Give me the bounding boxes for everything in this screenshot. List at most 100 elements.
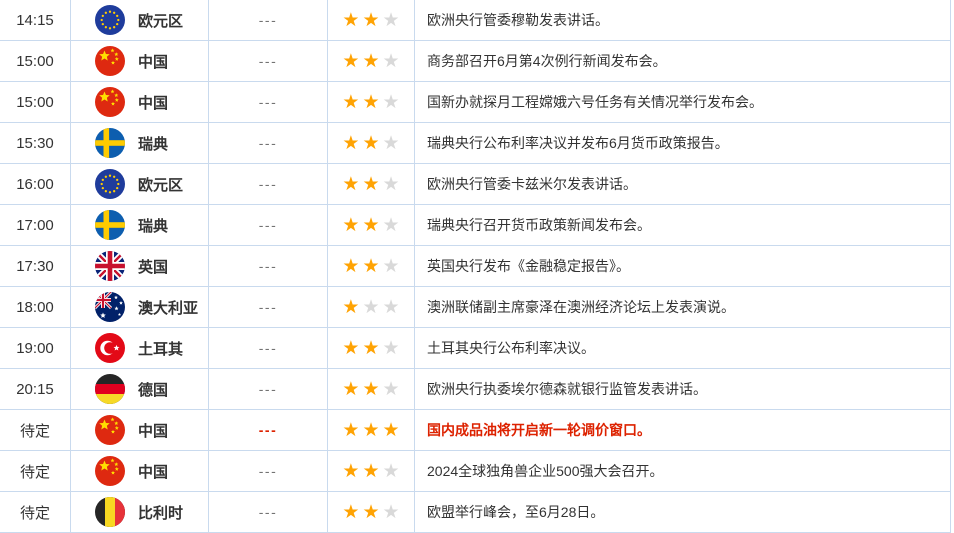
calendar-row[interactable]: 15:30 瑞典 --- ★ ★ ★ 瑞典央行公布利率决议并发布6月货币政策报告。 — [0, 123, 951, 164]
country-name: 瑞典 — [138, 217, 169, 235]
star-icon: ★ — [342, 296, 360, 318]
event-time: 待定 — [0, 451, 71, 491]
star-icon: ★ — [382, 255, 400, 277]
importance-stars: ★ ★ ★ — [328, 41, 415, 81]
country-name: 中国 — [138, 94, 169, 112]
star-icon: ★ — [362, 91, 380, 113]
event-time: 14:15 — [0, 0, 71, 40]
country-cell: 中国 — [71, 41, 209, 81]
event-time: 16:00 — [0, 164, 71, 204]
star-icon: ★ — [382, 173, 400, 195]
importance-stars: ★ ★ ★ — [328, 123, 415, 163]
event-value: --- — [209, 451, 328, 491]
calendar-row[interactable]: 待定 中国 --- ★ ★ ★ 国内成品油将开启新一轮调价窗口。 — [0, 410, 951, 451]
star-icon: ★ — [382, 50, 400, 72]
star-icon: ★ — [362, 460, 380, 482]
country-name: 土耳其 — [138, 340, 184, 358]
star-icon: ★ — [342, 337, 360, 359]
event-description: 2024全球独角兽企业500强大会召开。 — [427, 463, 664, 479]
country-cell: 瑞典 — [71, 205, 209, 245]
calendar-row[interactable]: 15:00 中国 --- ★ ★ ★ 国新办就探月工程嫦娥六号任务有关情况举行发布会… — [0, 82, 951, 123]
event-time: 20:15 — [0, 369, 71, 409]
event-description: 国新办就探月工程嫦娥六号任务有关情况举行发布会。 — [427, 94, 763, 110]
country-name: 中国 — [138, 422, 169, 440]
star-icon: ★ — [382, 419, 400, 441]
star-icon: ★ — [342, 91, 360, 113]
calendar-row[interactable]: 20:15 德国 --- ★ ★ ★ 欧洲央行执委埃尔德森就银行监管发表讲话。 — [0, 369, 951, 410]
se-flag-icon — [95, 128, 125, 158]
calendar-row[interactable]: 17:30 英国 --- ★ ★ ★ 英国央行发布《金融稳定报告》。 — [0, 246, 951, 287]
event-time: 15:00 — [0, 41, 71, 81]
event-value: --- — [209, 369, 328, 409]
star-icon: ★ — [342, 9, 360, 31]
star-icon: ★ — [362, 337, 380, 359]
calendar-row[interactable]: 16:00 欧元区 --- ★ ★ ★ 欧洲央行管委卡兹米尔发表讲话。 — [0, 164, 951, 205]
event-description: 瑞典央行公布利率决议并发布6月货币政策报告。 — [427, 135, 729, 151]
star-icon: ★ — [362, 296, 380, 318]
event-value: --- — [209, 410, 328, 450]
event-value: --- — [209, 164, 328, 204]
event-value: --- — [209, 328, 328, 368]
star-icon: ★ — [362, 214, 380, 236]
star-icon: ★ — [382, 460, 400, 482]
importance-stars: ★ ★ ★ — [328, 369, 415, 409]
star-icon: ★ — [362, 419, 380, 441]
event-time: 待定 — [0, 410, 71, 450]
country-cell: 比利时 — [71, 492, 209, 532]
country-name: 欧元区 — [138, 12, 184, 30]
event-time: 19:00 — [0, 328, 71, 368]
event-description: 欧洲央行管委穆勒发表讲话。 — [427, 12, 609, 28]
country-cell: 欧元区 — [71, 164, 209, 204]
star-icon: ★ — [362, 50, 380, 72]
calendar-row[interactable]: 15:00 中国 --- ★ ★ ★ 商务部召开6月第4次例行新闻发布会。 — [0, 41, 951, 82]
star-icon: ★ — [342, 501, 360, 523]
calendar-row[interactable]: 待定 比利时 --- ★ ★ ★ 欧盟举行峰会，至6月28日。 — [0, 492, 951, 533]
country-name: 瑞典 — [138, 135, 169, 153]
gb-flag-icon — [95, 251, 125, 281]
cn-flag-icon — [95, 415, 125, 445]
star-icon: ★ — [342, 255, 360, 277]
star-icon: ★ — [382, 501, 400, 523]
country-cell: 中国 — [71, 82, 209, 122]
calendar-row[interactable]: 18:00 澳大利亚 --- ★ ★ ★ 澳洲联储副主席豪泽在澳洲经济论坛上发表演说… — [0, 287, 951, 328]
economic-calendar: 14:15 欧元区 --- ★ ★ ★ 欧洲央行管委穆勒发表讲话。 15:00 中国… — [0, 0, 951, 533]
calendar-row[interactable]: 17:00 瑞典 --- ★ ★ ★ 瑞典央行召开货币政策新闻发布会。 — [0, 205, 951, 246]
event-description: 商务部召开6月第4次例行新闻发布会。 — [427, 53, 667, 69]
star-icon: ★ — [382, 132, 400, 154]
importance-stars: ★ ★ ★ — [328, 328, 415, 368]
event-description: 欧洲央行管委卡兹米尔发表讲话。 — [427, 176, 637, 192]
star-icon: ★ — [382, 296, 400, 318]
event-value: --- — [209, 205, 328, 245]
event-time: 17:30 — [0, 246, 71, 286]
country-cell: 英国 — [71, 246, 209, 286]
star-icon: ★ — [362, 132, 380, 154]
event-value: --- — [209, 0, 328, 40]
tr-flag-icon — [95, 333, 125, 363]
event-description: 英国央行发布《金融稳定报告》。 — [427, 258, 630, 274]
calendar-row[interactable]: 待定 中国 --- ★ ★ ★ 2024全球独角兽企业500强大会召开。 — [0, 451, 951, 492]
event-value: --- — [209, 287, 328, 327]
calendar-row[interactable]: 14:15 欧元区 --- ★ ★ ★ 欧洲央行管委穆勒发表讲话。 — [0, 0, 951, 41]
importance-stars: ★ ★ ★ — [328, 451, 415, 491]
au-flag-icon — [95, 292, 125, 322]
event-value: --- — [209, 246, 328, 286]
star-icon: ★ — [342, 214, 360, 236]
country-cell: 欧元区 — [71, 0, 209, 40]
country-name: 比利时 — [138, 504, 184, 522]
event-description: 土耳其央行公布利率决议。 — [427, 340, 595, 356]
event-time: 18:00 — [0, 287, 71, 327]
eu-flag-icon — [95, 169, 125, 199]
calendar-row[interactable]: 19:00 土耳其 --- ★ ★ ★ 土耳其央行公布利率决议。 — [0, 328, 951, 369]
importance-stars: ★ ★ ★ — [328, 82, 415, 122]
star-icon: ★ — [362, 501, 380, 523]
cn-flag-icon — [95, 87, 125, 117]
star-icon: ★ — [362, 255, 380, 277]
star-icon: ★ — [342, 132, 360, 154]
country-name: 中国 — [138, 463, 169, 481]
event-description: 瑞典央行召开货币政策新闻发布会。 — [427, 217, 651, 233]
calendar-rows: 14:15 欧元区 --- ★ ★ ★ 欧洲央行管委穆勒发表讲话。 15:00 中国… — [0, 0, 951, 533]
country-name: 欧元区 — [138, 176, 184, 194]
event-description: 国内成品油将开启新一轮调价窗口。 — [427, 422, 651, 438]
event-value: --- — [209, 82, 328, 122]
country-cell: 中国 — [71, 410, 209, 450]
